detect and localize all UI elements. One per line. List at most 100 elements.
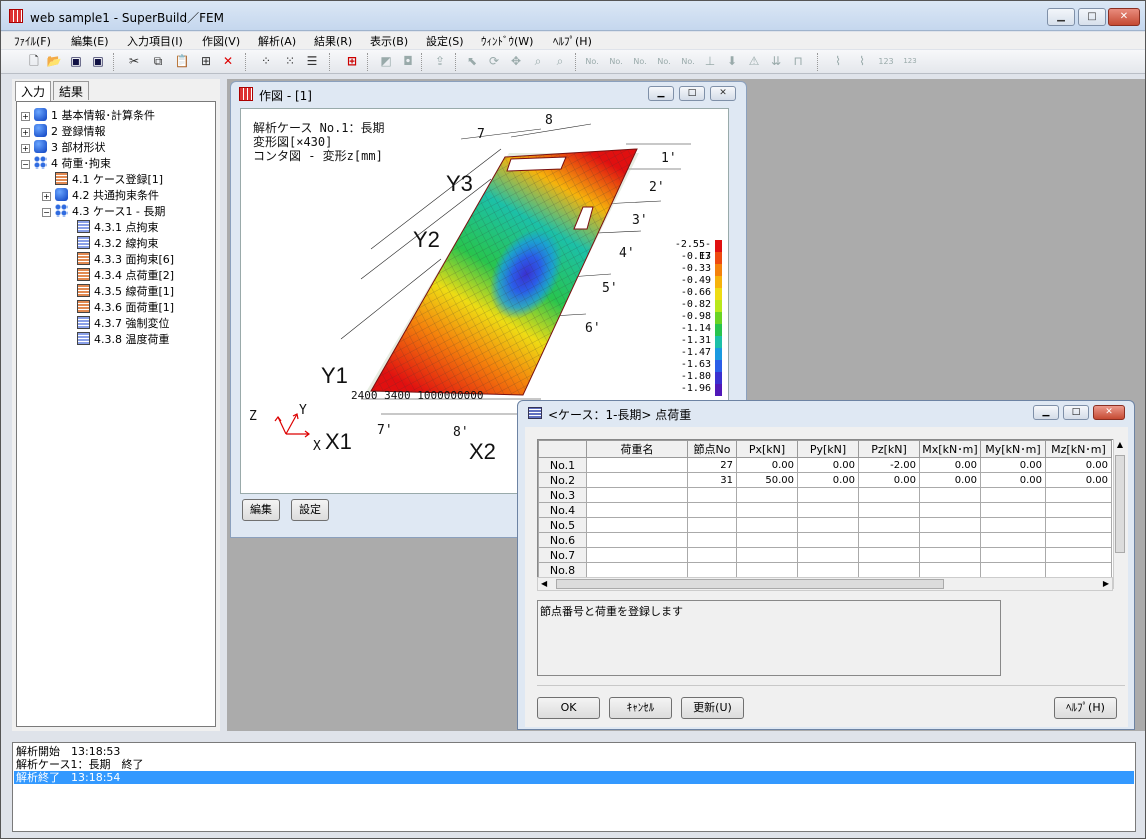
row-header[interactable]: No.7 (538, 547, 587, 563)
table-cell[interactable] (858, 532, 920, 548)
table-cell[interactable]: 50.00 (736, 472, 798, 488)
expand-icon[interactable]: + (21, 144, 30, 153)
tree-item-temperature-load[interactable]: 4.3.8 温度荷重 (77, 332, 170, 347)
tree-item-face-load[interactable]: 4.3.6 面荷重[1] (77, 300, 174, 315)
table-cell[interactable] (797, 562, 859, 578)
load-minimize-button[interactable]: ▁ (1033, 405, 1059, 420)
menu-view[interactable]: 表示(B) (370, 33, 408, 49)
zoom-icon[interactable]: ⌕ (529, 53, 547, 70)
table-cell[interactable] (980, 502, 1046, 518)
table-cell[interactable]: 0.00 (980, 457, 1046, 473)
delete-icon[interactable]: ✕ (219, 53, 237, 70)
tree-item-case1[interactable]: − 4.3 ケース1 - 長期 (42, 204, 165, 219)
model-grid-icon[interactable]: ⊞ (343, 53, 361, 70)
column-header[interactable] (538, 440, 587, 458)
scroll-up-icon[interactable]: ▲ (1115, 440, 1125, 452)
insert-row-icon[interactable]: ⊞ (197, 53, 215, 70)
node-number-icon[interactable]: No. (583, 53, 601, 70)
table-cell[interactable] (797, 532, 859, 548)
tree-item-case-registration[interactable]: 4.1 ケース登録[1] (55, 172, 163, 187)
menu-file[interactable]: ﾌｧｲﾙ(F) (14, 33, 51, 49)
row-header[interactable]: No.8 (538, 562, 587, 578)
element-number-icon[interactable]: No. (607, 53, 625, 70)
menu-draw[interactable]: 作図(V) (202, 33, 240, 49)
menu-results[interactable]: 結果(R) (314, 33, 352, 49)
table-row[interactable]: No.1 27 0.00 0.00 -2.00 0.00 0.00 0.00 (538, 457, 1112, 473)
member-number-icon[interactable]: No. (631, 53, 649, 70)
horizontal-scroll-thumb[interactable] (556, 579, 944, 589)
ok-button[interactable]: OK (537, 697, 600, 719)
table-cell[interactable] (980, 547, 1046, 563)
open-folder-icon[interactable]: 📂 (45, 53, 63, 70)
scroll-thumb[interactable] (1115, 455, 1125, 553)
menu-input[interactable]: 入力項目(I) (127, 33, 183, 49)
table-cell[interactable] (919, 487, 981, 503)
column-header[interactable]: Mx[kN･m] (919, 440, 981, 458)
table-cell[interactable] (586, 562, 688, 578)
table-row[interactable]: No.7 (538, 547, 1112, 563)
table-cell[interactable] (736, 487, 798, 503)
table-cell[interactable] (1045, 487, 1112, 503)
scroll-right-icon[interactable]: ▶ (1103, 578, 1109, 590)
table-cell[interactable]: 0.00 (797, 457, 859, 473)
table-cell[interactable] (586, 547, 688, 563)
table-cell[interactable] (687, 532, 737, 548)
table-cell[interactable]: 31 (687, 472, 737, 488)
table-cell[interactable] (687, 547, 737, 563)
value-label-icon[interactable]: 123 (877, 53, 895, 70)
tree-item-basic-info[interactable]: +1 基本情報･計算条件 (21, 108, 155, 123)
table-cell[interactable] (586, 472, 688, 488)
column-header[interactable]: 荷重名 (586, 440, 688, 458)
table-cell[interactable] (1045, 502, 1112, 518)
table-cell[interactable] (980, 532, 1046, 548)
table-cell[interactable] (1045, 547, 1112, 563)
table-row[interactable]: No.3 (538, 487, 1112, 503)
table-cell[interactable]: 0.00 (858, 472, 920, 488)
tree-item-point-constraint[interactable]: 4.3.1 点拘束 (77, 220, 159, 235)
table-cell[interactable] (797, 517, 859, 533)
row-header[interactable]: No.3 (538, 487, 587, 503)
table-cell[interactable]: 0.00 (1045, 457, 1112, 473)
table-cell[interactable] (919, 517, 981, 533)
table-cell[interactable] (858, 502, 920, 518)
warning-icon[interactable]: ⚠ (745, 53, 763, 70)
load-maximize-button[interactable]: □ (1063, 405, 1089, 420)
table-cell[interactable] (586, 502, 688, 518)
tab-input[interactable]: 入力 (15, 81, 52, 101)
table-cell[interactable] (687, 562, 737, 578)
table-cell[interactable] (858, 517, 920, 533)
table-row[interactable]: No.2 31 50.00 0.00 0.00 0.00 0.00 0.00 (538, 472, 1112, 488)
tree-item-line-constraint[interactable]: 4.3.2 線拘束 (77, 236, 159, 251)
minimize-button[interactable]: ▁ (1047, 8, 1075, 26)
row-header[interactable]: No.2 (538, 472, 587, 488)
table-cell[interactable]: 0.00 (1045, 472, 1112, 488)
cancel-button[interactable]: ｷｬﾝｾﾙ (609, 697, 672, 719)
export-icon[interactable]: ⇪ (431, 53, 449, 70)
expand-icon[interactable]: + (42, 192, 51, 201)
table-cell[interactable] (858, 562, 920, 578)
table-cell[interactable] (586, 517, 688, 533)
tree-item-forced-displacement[interactable]: 4.3.7 強制変位 (77, 316, 170, 331)
collapse-icon[interactable]: − (42, 208, 51, 217)
table-cell[interactable] (980, 562, 1046, 578)
tree-item-registration[interactable]: +2 登録情報 (21, 124, 106, 139)
grid-vertical-scrollbar[interactable]: ▲ (1113, 439, 1126, 589)
table-cell[interactable] (797, 502, 859, 518)
tree-item-common-constraint[interactable]: +4.2 共通拘束条件 (42, 188, 159, 203)
drawing-close-button[interactable]: ✕ (710, 86, 736, 101)
table-cell[interactable]: 0.00 (980, 472, 1046, 488)
deform-icon[interactable]: ⌇ (829, 53, 847, 70)
table-cell[interactable] (1045, 517, 1112, 533)
load-number-icon[interactable]: No. (679, 53, 697, 70)
table-cell[interactable]: 0.00 (736, 457, 798, 473)
column-header[interactable]: Px[kN] (736, 440, 798, 458)
table-cell[interactable] (586, 487, 688, 503)
tree-item-line-load[interactable]: 4.3.5 線荷重[1] (77, 284, 174, 299)
window-list-icon[interactable]: ☰ (303, 53, 321, 70)
face-number-icon[interactable]: No. (655, 53, 673, 70)
collapse-icon[interactable]: − (21, 160, 30, 169)
menu-settings[interactable]: 設定(S) (426, 33, 464, 49)
tree-item-load-constraint[interactable]: − 4 荷重･拘束 (21, 156, 111, 171)
table-cell[interactable] (858, 487, 920, 503)
support-icon[interactable]: ⊥ (701, 53, 719, 70)
